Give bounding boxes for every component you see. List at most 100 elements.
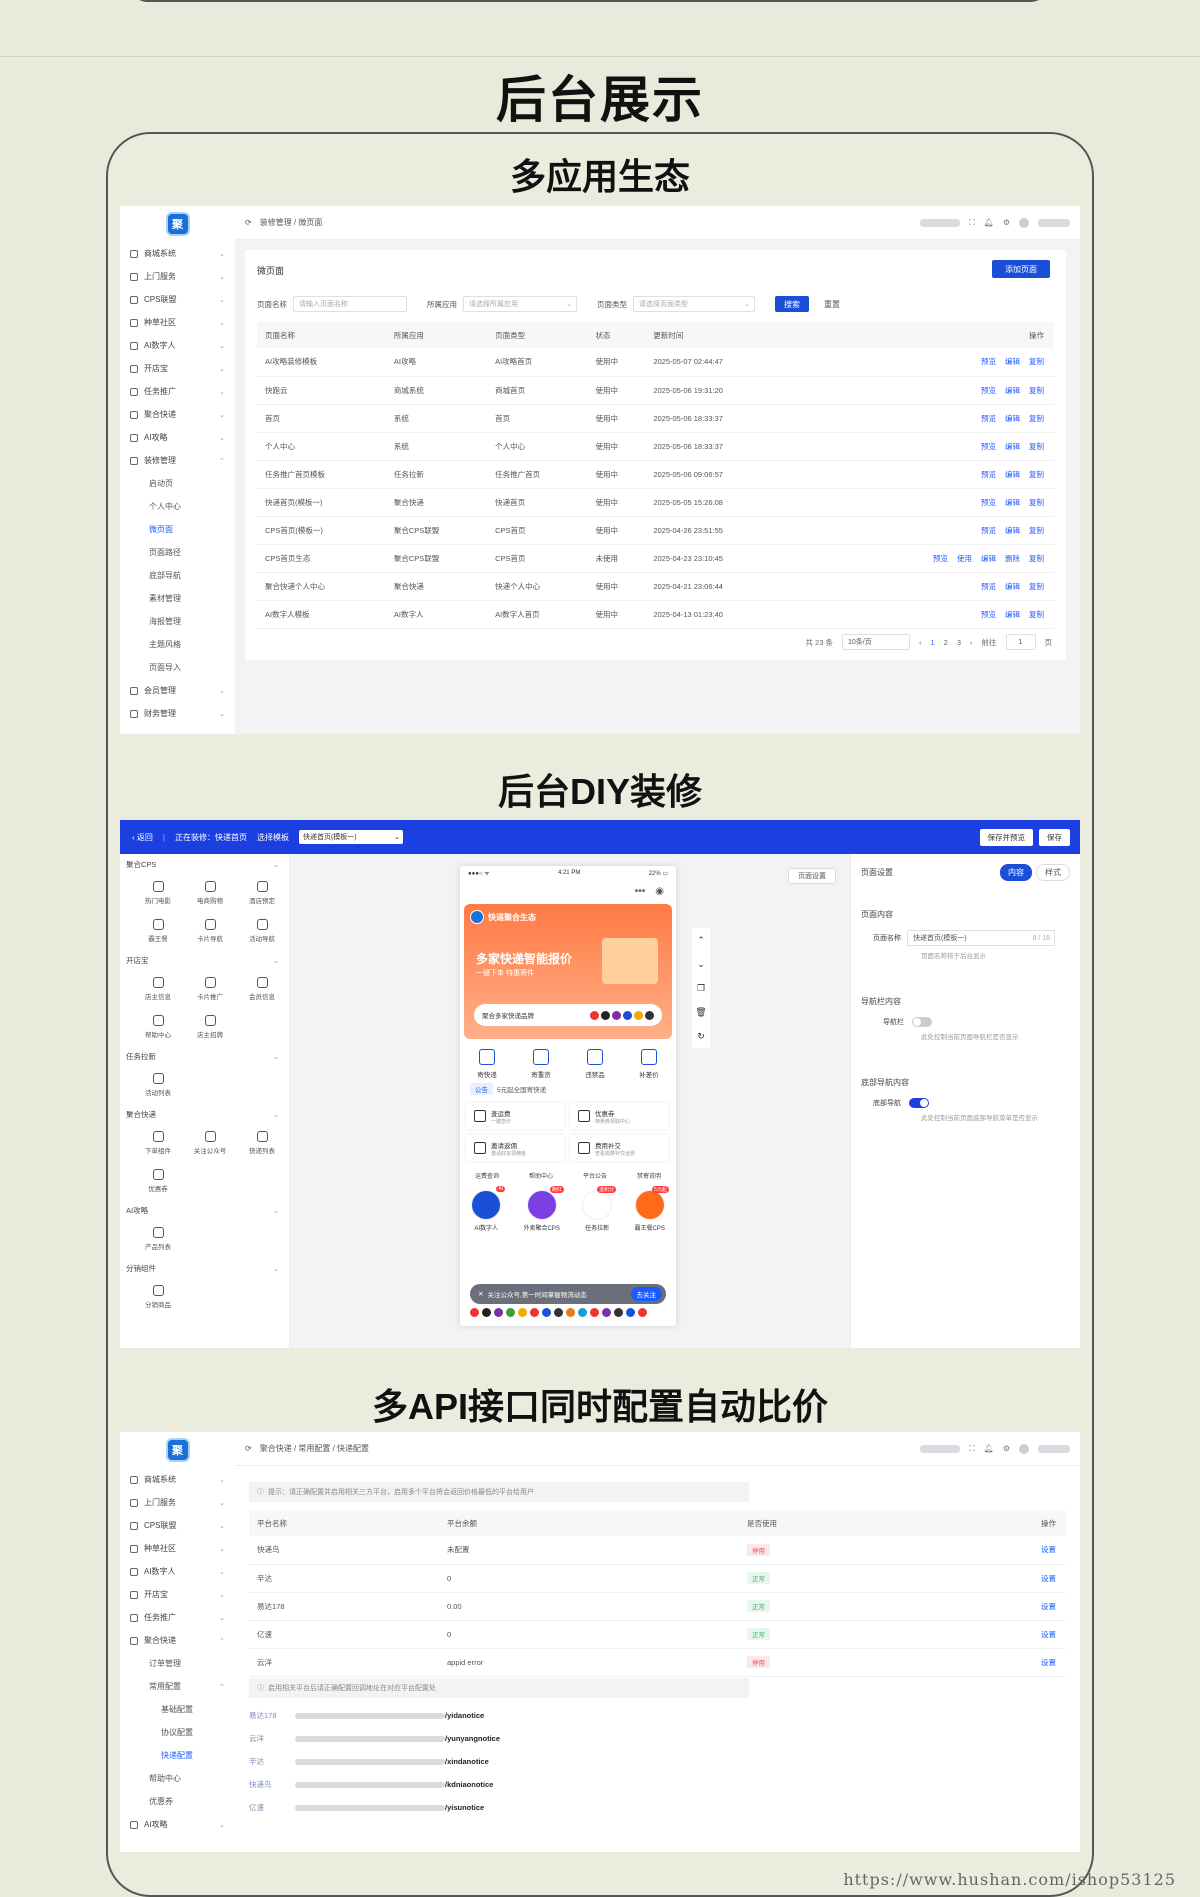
service-card[interactable]: 优惠券 特惠券领取中心 — [570, 1103, 668, 1129]
component-item[interactable]: 下单组件 — [132, 1124, 184, 1162]
action-link[interactable]: 复制 — [1029, 610, 1044, 619]
search-box[interactable] — [920, 218, 961, 227]
sidebar-item-s3-2[interactable]: CPS联盟 ⌄ — [120, 1514, 235, 1537]
action-link[interactable]: 复制 — [1029, 414, 1044, 423]
callback-url[interactable]: /xindanotice — [445, 1757, 489, 1766]
sidebar-item-s1-6[interactable]: 任务推广 ⌄ — [120, 380, 235, 403]
component-group-header[interactable]: 分销组件 ⌄ — [120, 1258, 289, 1278]
action-link[interactable]: 预览 — [981, 470, 996, 479]
goto-input[interactable]: 1 — [1005, 634, 1036, 650]
action-link[interactable]: 复制 — [1029, 470, 1044, 479]
quick-link[interactable]: 平台公告 — [583, 1171, 607, 1180]
gear-icon[interactable]: ⚙ — [1003, 1444, 1010, 1453]
sidebar-subitem[interactable]: 素材管理 — [120, 587, 235, 610]
action-link[interactable]: 使用 — [957, 554, 972, 563]
page-size-select[interactable]: 10条/页 — [841, 634, 910, 650]
sidebar-subitem[interactable]: 启动页 — [120, 472, 235, 495]
action-link[interactable]: 复制 — [1029, 526, 1044, 535]
callback-url[interactable]: /yidanotice — [445, 1711, 484, 1720]
component-item[interactable]: 分销商品 — [132, 1278, 184, 1316]
sidebar-item-s3-5[interactable]: 开店宝 ⌄ — [120, 1583, 235, 1606]
username[interactable] — [1038, 1444, 1070, 1453]
reset-icon[interactable]: ↻ — [697, 1031, 705, 1042]
quick-icon-item[interactable]: 寄重货 — [531, 1049, 551, 1079]
component-item[interactable]: 关注公众号 — [184, 1124, 236, 1162]
sidebar-item-s1-after-0[interactable]: 会员管理 ⌄ — [120, 679, 235, 702]
refresh-icon[interactable]: ⟳ — [245, 218, 252, 227]
sidebar-item-s3-4[interactable]: AI数字人 ⌄ — [120, 1560, 235, 1583]
follow-button[interactable]: 去关注 — [630, 1287, 662, 1301]
sidebar-subitem[interactable]: 海报管理 — [120, 610, 235, 633]
template-select[interactable]: 快递首页(模板一) ⌄ — [298, 830, 403, 844]
add-page-button[interactable]: 添加页面 — [992, 260, 1050, 278]
action-link[interactable]: 编辑 — [1005, 526, 1020, 535]
action-link[interactable]: 编辑 — [1005, 442, 1020, 451]
sidebar-subitem[interactable]: 协议配置 — [120, 1721, 235, 1744]
component-group-header[interactable]: 聚合CPS ⌄ — [120, 854, 289, 874]
settings-link[interactable]: 设置 — [1041, 1545, 1056, 1554]
action-link[interactable]: 预览 — [933, 554, 948, 563]
sidebar-subitem[interactable]: 常用配置 ⌃ — [120, 1675, 235, 1698]
component-item[interactable]: 店主信息 — [132, 970, 184, 1008]
component-item[interactable]: 快递列表 — [236, 1124, 288, 1162]
quick-icon-item[interactable]: 补差价 — [639, 1049, 659, 1079]
fullscreen-icon[interactable]: ⛶ — [969, 218, 975, 228]
action-link[interactable]: 预览 — [981, 582, 996, 591]
page-name-field[interactable]: 快递首页(模板一) 8 / 16 — [907, 930, 1055, 946]
app-item[interactable]: AI AI数字人 — [471, 1186, 506, 1232]
type-select[interactable]: 请选择页面类型 ⌄ — [633, 296, 755, 312]
action-link[interactable]: 预览 — [981, 526, 996, 535]
quick-link[interactable]: 禁寄说明 — [637, 1171, 661, 1180]
app-select[interactable]: 请选择所属应用 ⌄ — [463, 296, 577, 312]
component-item[interactable]: 热门电影 — [132, 874, 184, 912]
action-link[interactable]: 复制 — [1029, 442, 1044, 451]
gear-icon[interactable]: ⚙ — [1003, 218, 1010, 227]
action-link[interactable]: 编辑 — [1005, 357, 1020, 366]
avatar[interactable] — [1019, 217, 1029, 228]
component-item[interactable]: 店主招牌 — [184, 1008, 236, 1046]
component-item[interactable]: 活动导航 — [236, 912, 288, 950]
search-box[interactable] — [920, 1444, 961, 1453]
sidebar-subitem[interactable]: 帮助中心 — [120, 1767, 235, 1790]
bottom-nav-toggle[interactable] — [909, 1098, 929, 1108]
sidebar-subitem[interactable]: 个人中心 — [120, 495, 235, 518]
nav-toggle[interactable] — [912, 1017, 932, 1027]
callback-url[interactable]: /yunyangnotice — [445, 1734, 500, 1743]
sidebar-item-s3-0[interactable]: 商城系统 ⌄ — [120, 1468, 235, 1491]
sidebar-subitem[interactable]: 优惠券 — [120, 1790, 235, 1813]
action-link[interactable]: 编辑 — [1005, 610, 1020, 619]
component-group-header[interactable]: 聚合快递 ⌄ — [120, 1104, 289, 1124]
refresh-icon[interactable]: ⟳ — [245, 1444, 252, 1453]
action-link[interactable]: 预览 — [981, 610, 996, 619]
action-link[interactable]: 预览 — [981, 357, 996, 366]
back-button[interactable]: ‹ 返回 — [132, 832, 153, 843]
sidebar-subitem[interactable]: 基础配置 — [120, 1698, 235, 1721]
action-link[interactable]: 复制 — [1029, 386, 1044, 395]
quick-icon-item[interactable]: 寄快递 — [477, 1049, 497, 1079]
app-item[interactable]: 跑红 外卖聚合CPS — [523, 1186, 564, 1232]
save-preview-button[interactable]: 保存并预览 — [979, 828, 1033, 846]
sidebar-item-s3-3[interactable]: 种草社区 ⌄ — [120, 1537, 235, 1560]
component-item[interactable]: 会员信息 — [236, 970, 288, 1008]
component-item[interactable]: 优惠券 — [132, 1162, 184, 1200]
component-item[interactable]: 帮助中心 — [132, 1008, 184, 1046]
sidebar-item-s1-0[interactable]: 商城系统 ⌄ — [120, 242, 235, 265]
sidebar-subitem[interactable]: 页面路径 — [120, 541, 235, 564]
save-button[interactable]: 保存 — [1039, 828, 1070, 846]
reset-button[interactable]: 重置 — [815, 296, 849, 312]
settings-link[interactable]: 设置 — [1041, 1602, 1056, 1611]
tab-content[interactable]: 内容 — [1000, 864, 1032, 881]
component-item[interactable]: 电商购物 — [184, 874, 236, 912]
move-up-icon[interactable]: ⌃ — [697, 935, 705, 946]
component-item[interactable]: 产品列表 — [132, 1220, 184, 1258]
sidebar-subitem[interactable]: 底部导航 — [120, 564, 235, 587]
app-item[interactable]: 送积分 任务拉新 — [582, 1186, 617, 1232]
sidebar-item-s1-after-1[interactable]: 财务管理 ⌄ — [120, 702, 235, 725]
sidebar-item-s1-5[interactable]: 开店宝 ⌄ — [120, 357, 235, 380]
copy-icon[interactable]: ❐ — [697, 983, 705, 994]
action-link[interactable]: 编辑 — [1005, 498, 1020, 507]
component-item[interactable]: 卡片推广 — [184, 970, 236, 1008]
quick-icon-item[interactable]: 违禁品 — [585, 1049, 605, 1079]
settings-link[interactable]: 设置 — [1041, 1658, 1056, 1667]
move-down-icon[interactable]: ⌄ — [697, 959, 705, 970]
